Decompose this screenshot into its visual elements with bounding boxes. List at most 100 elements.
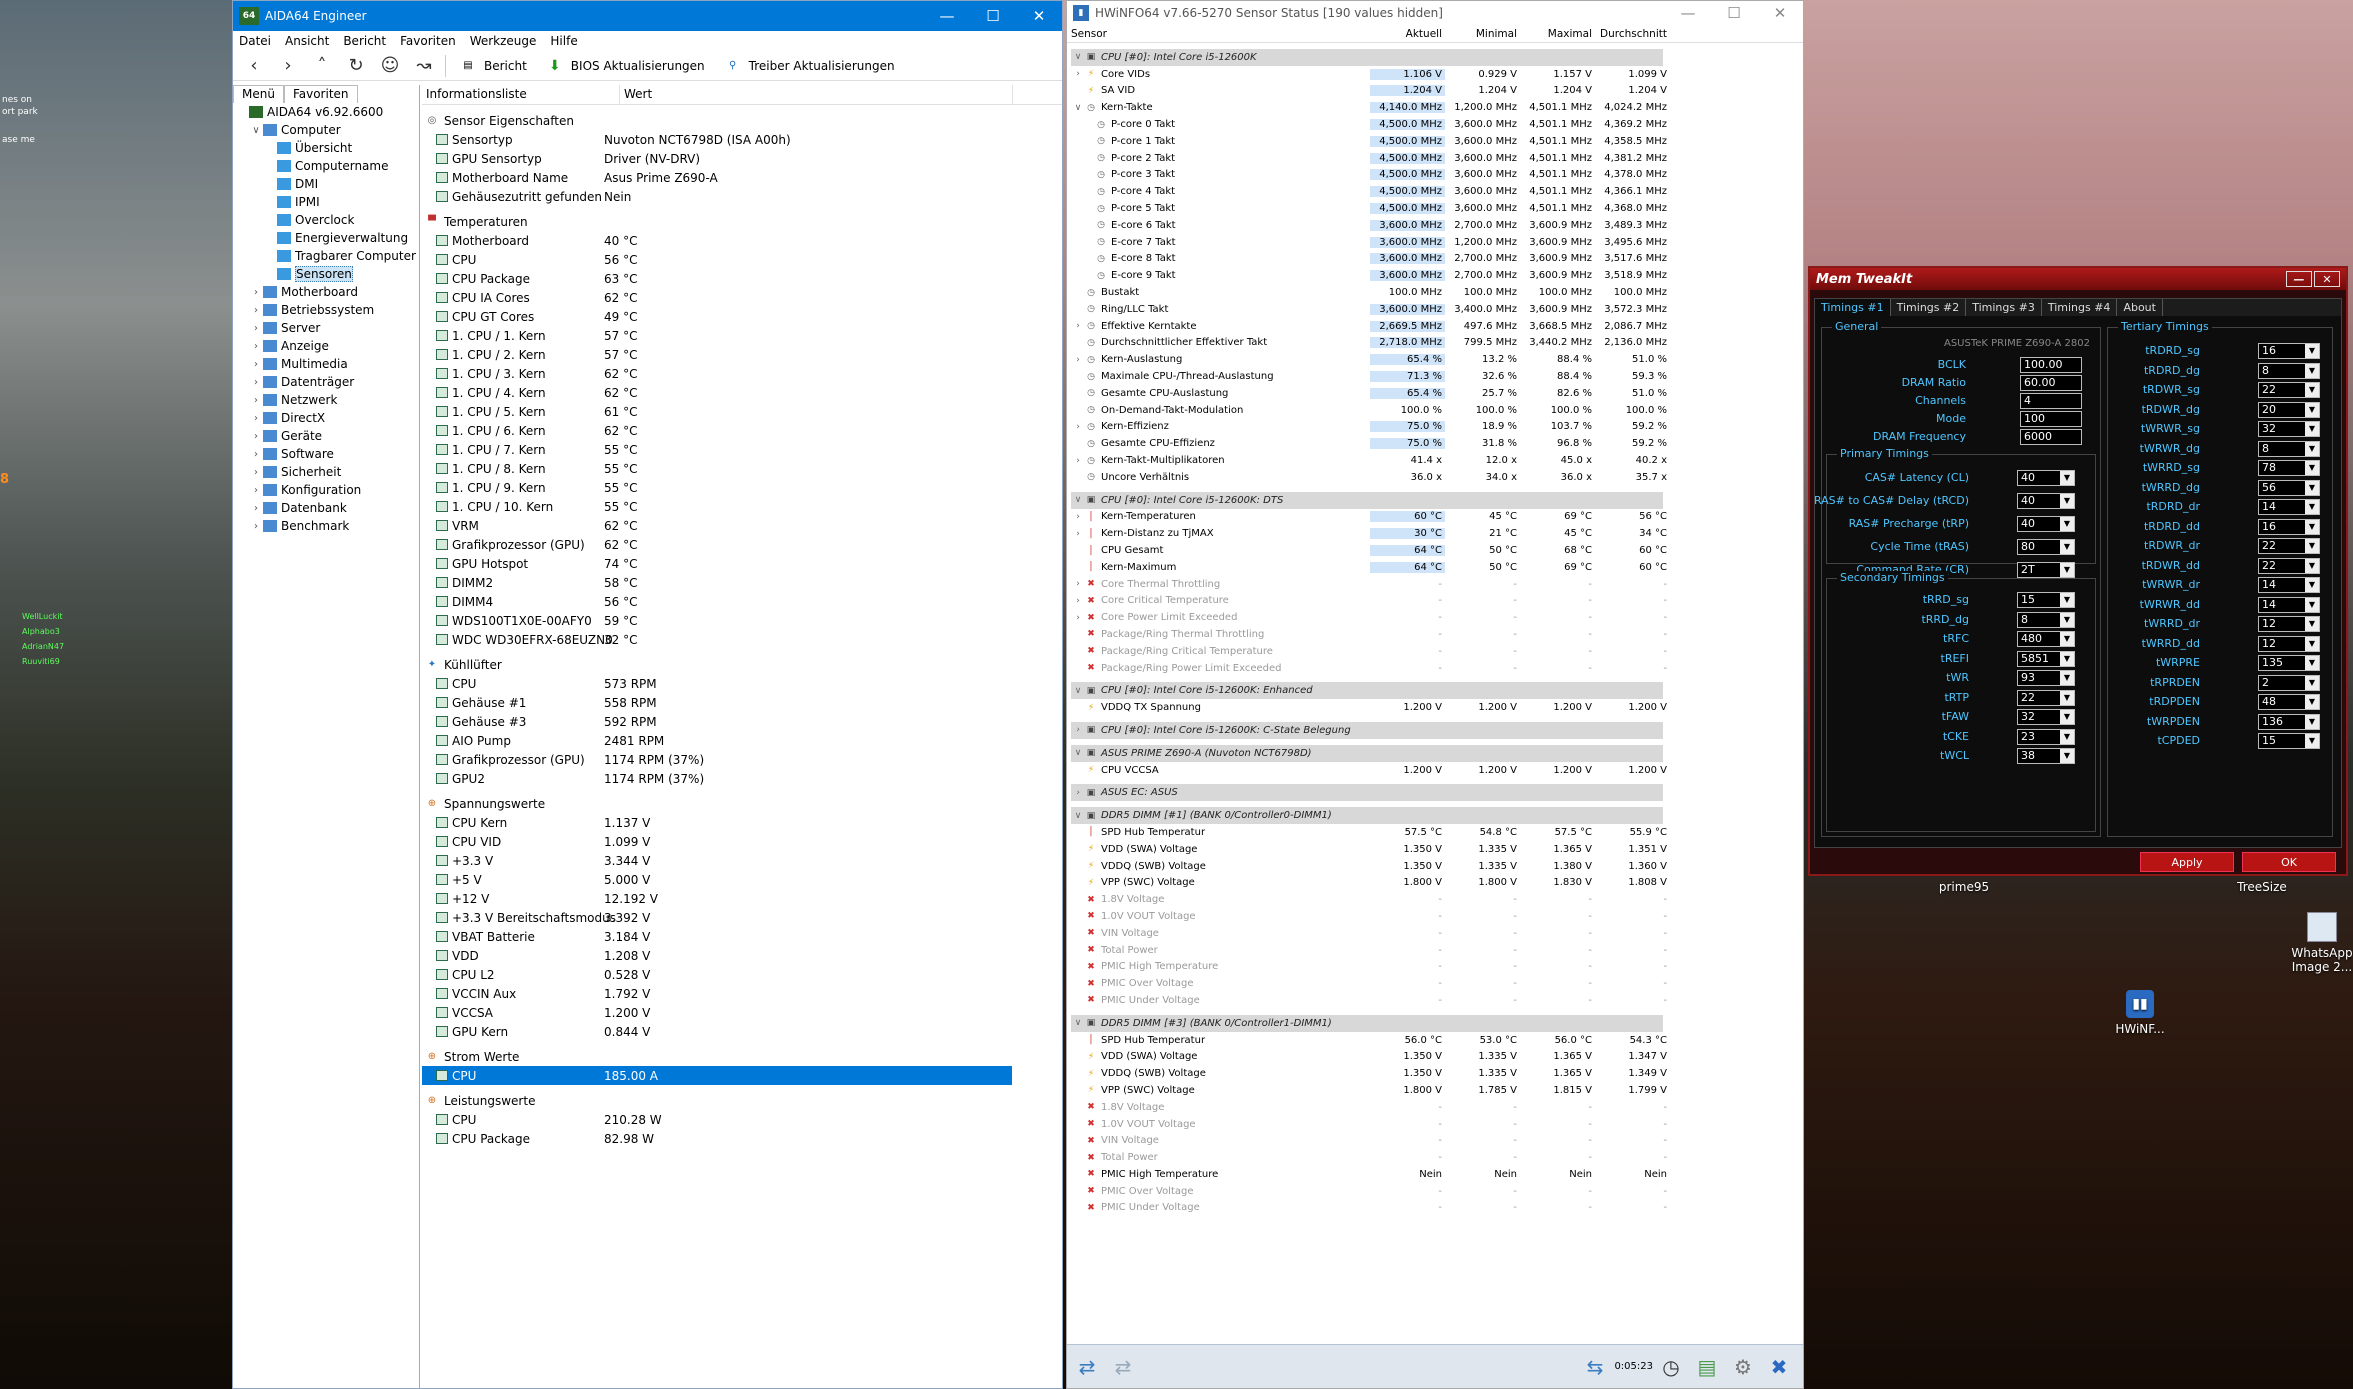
hw-sensor-row[interactable]: › │ Kern-Distanz zu TjMAX 30 °C 21 °C 45 °C 34… [1071,525,1803,542]
chevron-right-icon[interactable]: › [249,431,263,442]
dropdown-arrow-icon[interactable]: ▼ [2305,636,2319,651]
timing-value-field[interactable]: 2 ▼ [2258,674,2320,691]
chevron-right-icon[interactable]: › [249,485,263,496]
hw-sensor-row[interactable]: ◷ P-core 2 Takt 4,500.0 MHz 3,600.0 MHz 4,50… [1071,150,1803,167]
hw-minimize-button[interactable]: — [1665,1,1711,25]
tree-item[interactable]: › Konfiguration [233,481,419,499]
sensor-row[interactable]: CPU IA Cores 62 °C [422,288,1062,307]
hw-sensor-row[interactable]: ◷ Maximale CPU-/Thread-Auslastung 71.3 % 32… [1071,368,1803,385]
tree-item[interactable]: › Netzwerk [233,391,419,409]
hw-sensor-row[interactable]: › │ Kern-Temperaturen 60 °C 45 °C 69 °C 56 °C [1071,509,1803,526]
hw-sensor-row[interactable]: ⚡ VDD (SWA) Voltage 1.350 V 1.335 V 1.365 V 1… [1071,841,1803,858]
chevron-right-icon[interactable]: › [1071,613,1085,623]
sensor-row[interactable]: +5 V 5.000 V [422,870,1062,889]
desktop-icon-whatsapp[interactable]: WhatsApp Image 2... [2282,912,2353,974]
hw-sensor-row[interactable]: ◷ Bustakt 100.0 MHz 100.0 MHz 100.0 MHz 100.0… [1071,284,1803,301]
tree-item[interactable]: Overclock [233,211,419,229]
tree-item[interactable]: › Geräte [233,427,419,445]
col-value[interactable]: Wert [620,85,1013,104]
settings-icon[interactable]: ⚙ [1725,1351,1761,1383]
hw-sensor-row[interactable]: ◷ P-core 1 Takt 4,500.0 MHz 3,600.0 MHz 4,50… [1071,133,1803,150]
sensor-row[interactable]: CPU Package 63 °C [422,269,1062,288]
hw-sensor-row[interactable]: ⚡ SA VID 1.204 V 1.204 V 1.204 V 1.204 V [1071,83,1803,100]
sensor-row[interactable]: GPU Sensortyp Driver (NV-DRV) [422,149,1062,168]
chevron-right-icon[interactable]: › [1071,422,1085,432]
timing-value-field[interactable]: 48 ▼ [2258,694,2320,710]
timing-value-field[interactable]: 78 ▼ [2258,460,2320,476]
tab-menu[interactable]: Menü [233,85,284,103]
chevron-right-icon[interactable]: › [1071,579,1085,589]
mt-tab-about[interactable]: About [2117,299,2163,316]
sensor-row[interactable]: CPU VID 1.099 V [422,832,1062,851]
dropdown-arrow-icon[interactable]: ▼ [2305,695,2319,709]
tree-item[interactable]: Energieverwaltung [233,229,419,247]
sensor-row[interactable]: VDD 1.208 V [422,946,1062,965]
hw-col-max[interactable]: Maximal [1520,25,1595,42]
hw-sensor-row[interactable]: ✖ PMIC Over Voltage - - - - [1071,1183,1803,1200]
chevron-right-icon[interactable]: › [1071,69,1085,79]
hw-sensor-row[interactable]: │ SPD Hub Temperatur 57.5 °C 54.8 °C 57.5 °C… [1071,824,1803,841]
hw-sensor-row[interactable]: ✖ Package/Ring Power Limit Exceeded - - - - [1071,660,1803,677]
desktop-icon-hwinfo[interactable]: ▮▮ HWiNF... [2100,990,2180,1036]
dropdown-arrow-icon[interactable]: ▼ [2305,675,2319,690]
sensor-row[interactable]: CPU GT Cores 49 °C [422,307,1062,326]
chevron-right-icon[interactable]: › [1071,788,1085,798]
tree-item[interactable]: › Benchmark [233,517,419,535]
sensor-row[interactable]: +12 V 12.192 V [422,889,1062,908]
menu-ansicht[interactable]: Ansicht [285,34,329,48]
hw-sensor-row[interactable]: ◷ P-core 0 Takt 4,500.0 MHz 3,600.0 MHz 4,50… [1071,116,1803,133]
chevron-right-icon[interactable]: › [1071,529,1085,539]
mt-tab-4[interactable]: Timings #4 [2042,299,2118,316]
sensor-row[interactable]: DIMM2 58 °C [422,573,1062,592]
sensor-row[interactable]: CPU Package 82.98 W [422,1129,1062,1148]
hw-sensor-row[interactable]: ⚡ CPU VCCSA 1.200 V 1.200 V 1.200 V 1.200 V [1071,762,1803,779]
hw-sensor-row[interactable]: ◷ P-core 3 Takt 4,500.0 MHz 3,600.0 MHz 4,50… [1071,167,1803,184]
hw-sensor-row[interactable]: ✖ PMIC High Temperature Nein Nein Nein Nein [1071,1166,1803,1183]
sensor-row[interactable]: Gehäuse #1 558 RPM [422,693,1062,712]
hw-sensor-row[interactable]: ◷ P-core 5 Takt 4,500.0 MHz 3,600.0 MHz 4,50… [1071,200,1803,217]
sensor-row[interactable]: Gehäuse #3 592 RPM [422,712,1062,731]
close-button[interactable]: ✕ [1016,1,1062,31]
sensor-row[interactable]: Grafikprozessor (GPU) 62 °C [422,535,1062,554]
sensor-row[interactable]: 1. CPU / 10. Kern 55 °C [422,497,1062,516]
hw-sensor-row[interactable]: ⚡ VPP (SWC) Voltage 1.800 V 1.785 V 1.815 V 1… [1071,1082,1803,1099]
hw-close-button[interactable]: ✕ [1757,1,1803,25]
hw-sensor-row[interactable]: ◷ E-core 6 Takt 3,600.0 MHz 2,700.0 MHz 3,60… [1071,217,1803,234]
sensor-row[interactable]: GPU Kern 0.844 V [422,1022,1062,1041]
tree-item[interactable]: › Motherboard [233,283,419,301]
hw-sensor-row[interactable]: ✖ VIN Voltage - - - - [1071,1132,1803,1149]
mt-minimize-button[interactable]: — [2286,271,2312,287]
hw-sensor-row[interactable]: › ✖ Core Thermal Throttling - - - - [1071,576,1803,593]
chevron-down-icon[interactable]: ∨ [1071,811,1085,821]
sensor-row[interactable]: CPU Kern 1.137 V [422,813,1062,832]
chevron-right-icon[interactable]: › [1071,456,1085,466]
sensor-row[interactable]: VCCSA 1.200 V [422,1003,1062,1022]
tab-favoriten[interactable]: Favoriten [283,85,358,103]
chevron-down-icon[interactable]: ∨ [1071,52,1085,62]
hw-sensor-row[interactable]: ◷ On-Demand-Takt-Modulation 100.0 % 100.0 %… [1071,402,1803,419]
hw-sensor-row[interactable]: › ◷ Kern-Takt-Multiplikatoren 41.4 x 12.0 x 4… [1071,452,1803,469]
bios-update-button[interactable]: ⬇ BIOS Aktualisierungen [541,58,711,74]
tree-item[interactable]: Tragbarer Computer [233,247,419,265]
hw-sensor-row[interactable]: ◷ E-core 7 Takt 3,600.0 MHz 1,200.0 MHz 3,60… [1071,234,1803,251]
timing-value-field[interactable]: 14 ▼ [2258,596,2320,613]
driver-update-button[interactable]: ⚲ Treiber Aktualisierungen [719,59,901,73]
sensor-row[interactable]: 1. CPU / 5. Kern 61 °C [422,402,1062,421]
forward-icon[interactable]: › [275,54,301,78]
hw-sensor-row[interactable]: │ Kern-Maximum 64 °C 50 °C 69 °C 60 °C [1071,559,1803,576]
timing-value-field[interactable]: 136 ▼ [2258,713,2320,730]
dropdown-arrow-icon[interactable]: ▼ [2305,597,2319,612]
tree-item[interactable]: › DirectX [233,409,419,427]
tree-item[interactable]: › Sicherheit [233,463,419,481]
chart-icon[interactable]: ↝ [411,54,437,78]
chevron-right-icon[interactable]: › [249,359,263,370]
chevron-down-icon[interactable]: ∨ [1071,686,1085,696]
sensor-row[interactable]: GPU Hotspot 74 °C [422,554,1062,573]
hw-sensor-row[interactable]: ✖ PMIC Under Voltage - - - - [1071,1200,1803,1217]
timing-value-field[interactable]: 16 ▼ [2258,343,2320,359]
chevron-right-icon[interactable]: › [249,323,263,334]
up-icon[interactable]: ˄ [309,54,335,78]
hw-sensor-row[interactable]: ⚡ VDDQ (SWB) Voltage 1.350 V 1.335 V 1.380 V… [1071,858,1803,875]
chevron-right-icon[interactable]: › [1071,512,1085,522]
hw-sensor-row[interactable]: ◷ P-core 4 Takt 4,500.0 MHz 3,600.0 MHz 4,50… [1071,183,1803,200]
